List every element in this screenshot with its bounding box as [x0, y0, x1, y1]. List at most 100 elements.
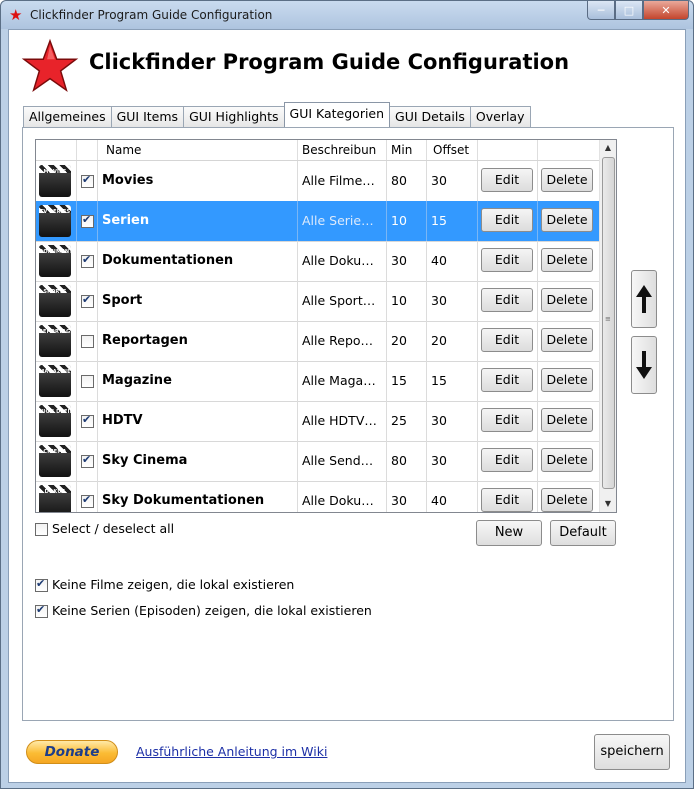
delete-button[interactable]: Delete	[541, 288, 593, 312]
delete-button[interactable]: Delete	[541, 208, 593, 232]
arrow-up-icon	[636, 285, 652, 313]
category-offset: 40	[426, 481, 477, 512]
edit-button[interactable]: Edit	[481, 288, 533, 312]
enabled-cell	[76, 161, 97, 201]
scroll-up-arrow-icon[interactable]: ▲	[600, 140, 616, 156]
default-button[interactable]: Default	[550, 520, 616, 546]
edit-button[interactable]: Edit	[481, 488, 533, 512]
category-name: Sport	[97, 281, 297, 321]
category-offset: 20	[426, 321, 477, 361]
move-down-button[interactable]	[631, 336, 657, 394]
maximize-button[interactable]: □	[615, 1, 643, 20]
delete-button[interactable]: Delete	[541, 248, 593, 272]
select-all-label: Select / deselect all	[52, 521, 175, 536]
enabled-cell	[76, 281, 97, 321]
category-name: Movies	[97, 161, 297, 201]
minimize-button[interactable]: ─	[587, 1, 615, 20]
category-name: HDTV	[97, 401, 297, 441]
delete-button[interactable]: Delete	[541, 328, 593, 352]
category-enabled-checkbox[interactable]	[81, 453, 94, 468]
edit-button[interactable]: Edit	[481, 328, 533, 352]
star-logo-icon	[21, 38, 79, 93]
delete-button[interactable]: Delete	[541, 448, 593, 472]
title-bar[interactable]: ★ Clickfinder Program Guide Configuratio…	[1, 1, 693, 29]
grid-vertical-scrollbar[interactable]: ▲ ≡ ▼	[599, 140, 616, 512]
header-description[interactable]: Beschreibun	[297, 140, 386, 160]
new-button[interactable]: New	[476, 520, 542, 546]
category-offset: 30	[426, 161, 477, 201]
hide-local-series-checkbox[interactable]	[35, 603, 48, 618]
category-enabled-checkbox[interactable]	[81, 213, 94, 228]
category-enabled-checkbox[interactable]	[81, 293, 94, 308]
header-offset[interactable]: Offset	[426, 140, 477, 160]
hide-local-movies-checkbox[interactable]	[35, 577, 48, 592]
header-name[interactable]: Name	[97, 140, 297, 160]
table-row[interactable]: DOKUMENTATION DokumentationenAlle Doku…30…	[36, 241, 599, 282]
category-enabled-checkbox[interactable]	[81, 493, 94, 508]
table-row[interactable]: CINEMA Sky CinemaAlle Send…8030Edit Delete	[36, 441, 599, 482]
edit-button[interactable]: Edit	[481, 168, 533, 192]
category-min: 10	[386, 281, 426, 321]
window-title: Clickfinder Program Guide Configuration	[30, 8, 273, 22]
page-title: Clickfinder Program Guide Configuration	[89, 50, 570, 74]
tab-gui-highlights[interactable]: GUI Highlights	[183, 106, 285, 127]
close-button[interactable]: ✕	[643, 1, 689, 20]
category-enabled-checkbox[interactable]	[81, 173, 94, 188]
category-icon-cell: SPORTS	[36, 281, 76, 321]
table-row[interactable]: REPORTAGENReportagenAlle Repo…2020EditDe…	[36, 321, 599, 362]
scroll-thumb[interactable]: ≡	[602, 157, 615, 489]
table-row[interactable]: DOKUS Sky DokumentationenAlle Doku…3040Ed…	[36, 481, 599, 512]
edit-button[interactable]: Edit	[481, 248, 533, 272]
tab-gui-kategorien[interactable]: GUI Kategorien	[283, 102, 391, 127]
table-row[interactable]: TV SERIES SerienAlle Serie…1015Edit Delete	[36, 201, 599, 242]
clapperboard-icon: TV SERIES	[39, 205, 71, 237]
category-min: 25	[386, 401, 426, 441]
category-enabled-checkbox[interactable]	[81, 375, 94, 388]
tab-allgemeines[interactable]: Allgemeines	[23, 106, 112, 127]
category-name: Reportagen	[97, 321, 297, 361]
tab-overlay[interactable]: Overlay	[469, 106, 531, 127]
select-all-checkbox[interactable]	[35, 523, 48, 536]
tab-gui-details[interactable]: GUI Details	[389, 106, 471, 127]
edit-button[interactable]: Edit	[481, 448, 533, 472]
header-delete-column	[537, 140, 599, 160]
delete-button[interactable]: Delete	[541, 368, 593, 392]
table-row[interactable]: SPORTS SportAlle Sport…1030Edit Delete	[36, 281, 599, 322]
edit-button[interactable]: Edit	[481, 208, 533, 232]
edit-button[interactable]: Edit	[481, 408, 533, 432]
tab-gui-items[interactable]: GUI Items	[110, 106, 185, 127]
select-all-row: Select / deselect all	[35, 521, 174, 536]
category-icon-cell: REPORTAGEN	[36, 321, 76, 361]
category-enabled-checkbox[interactable]	[81, 335, 94, 348]
edit-button[interactable]: Edit	[481, 368, 533, 392]
delete-button[interactable]: Delete	[541, 168, 593, 192]
donate-button[interactable]: Donate	[26, 740, 118, 764]
category-enabled-checkbox[interactable]	[81, 253, 94, 268]
hide-local-series-label: Keine Serien (Episoden) zeigen, die loka…	[52, 603, 372, 618]
delete-button[interactable]: Delete	[541, 408, 593, 432]
clapperboard-icon: DOKUS	[39, 485, 71, 512]
category-icon-cell: TV SERIES	[36, 201, 76, 241]
table-row[interactable]: HIGH DEFINITION HDTVAlle HDTV…2530Edit Del…	[36, 401, 599, 442]
header-icon-column	[36, 140, 76, 160]
scroll-down-arrow-icon[interactable]: ▼	[600, 496, 616, 512]
clapperboard-icon: MAGAZINE	[39, 365, 71, 397]
category-enabled-checkbox[interactable]	[81, 413, 94, 428]
category-offset: 15	[426, 201, 477, 241]
category-offset: 15	[426, 361, 477, 401]
wiki-link[interactable]: Ausführliche Anleitung im Wiki	[136, 744, 327, 759]
category-min: 80	[386, 441, 426, 481]
category-description: Alle Sport…	[297, 281, 386, 321]
category-min: 15	[386, 361, 426, 401]
table-row[interactable]: MOVIES MoviesAlle Filme…8030Edit Delete	[36, 161, 599, 202]
category-description: Alle Doku…	[297, 241, 386, 281]
header-min[interactable]: Min	[386, 140, 426, 160]
save-button[interactable]: speichern	[594, 734, 670, 770]
category-icon-cell: DOKUS	[36, 481, 76, 512]
table-row[interactable]: MAGAZINE Magazine Alle Maga… 15 15 Edit Delete	[36, 361, 599, 402]
header-edit-column	[477, 140, 537, 160]
delete-button[interactable]: Delete	[541, 488, 593, 512]
clapperboard-icon: MOVIES	[39, 165, 71, 197]
move-up-button[interactable]	[631, 270, 657, 328]
category-icon-cell: DOKUMENTATION	[36, 241, 76, 281]
